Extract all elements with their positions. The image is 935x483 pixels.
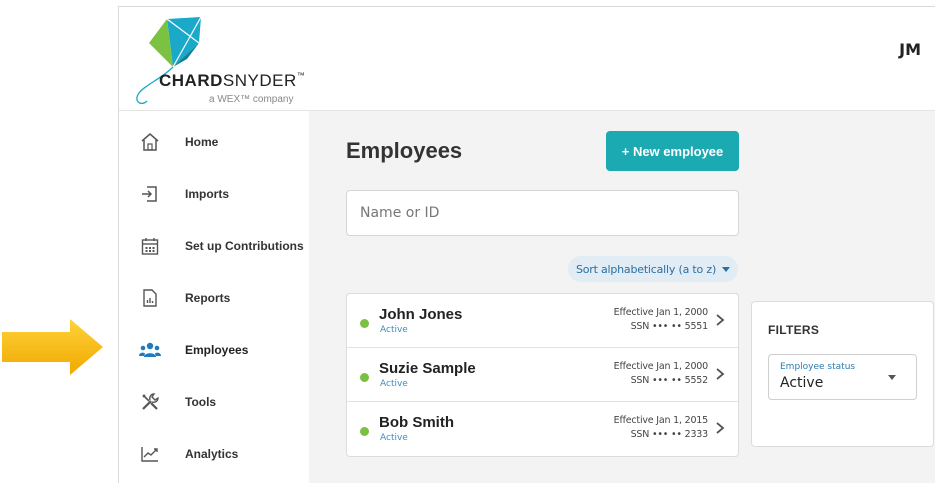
status-dot (360, 373, 369, 382)
sidebar-item-analytics[interactable]: Analytics (119, 428, 309, 480)
user-initials-avatar[interactable]: JM (899, 40, 921, 59)
brand-rest: SNYDER (222, 71, 297, 90)
analytics-icon (139, 443, 161, 465)
sidebar-item-label: Tools (185, 395, 217, 409)
brand-tagline: a WEX™ company (209, 94, 294, 105)
employee-status: Active (380, 379, 408, 389)
effective-date: Effective Jan 1, 2015 (613, 415, 709, 426)
employee-name: John Jones (379, 306, 463, 323)
employee-row[interactable]: John Jones Active Effective Jan 1, 2000 … (347, 294, 738, 348)
ssn-masked: SSN ••• •• 5552 (630, 375, 709, 386)
ssn-masked: SSN ••• •• 5551 (630, 321, 709, 332)
status-dot (360, 427, 369, 436)
sidebar-item-home[interactable]: Home (119, 116, 309, 168)
sidebar-item-imports[interactable]: Imports (119, 168, 309, 220)
company-logo[interactable]: CHARDSNYDER™ a WEX™ company (125, 15, 315, 105)
sidebar: Home Imports Set up Contributions Report… (119, 111, 309, 483)
chevron-down-icon (722, 266, 731, 272)
effective-date: Effective Jan 1, 2000 (613, 307, 709, 318)
sidebar-item-label: Home (185, 135, 219, 149)
employee-status: Active (380, 433, 408, 443)
report-icon (139, 287, 161, 309)
app-header: CHARDSNYDER™ a WEX™ company JM (119, 7, 935, 111)
chevron-right-icon (716, 314, 725, 326)
main-content: Employees + New employee Sort alphabetic… (309, 111, 935, 483)
sidebar-item-label: Imports (185, 187, 230, 201)
filters-panel: FILTERS Employee status Active (751, 301, 934, 447)
employee-status: Active (380, 325, 408, 335)
new-employee-button[interactable]: + New employee (606, 131, 739, 171)
brand-bold: CHARD (159, 71, 223, 90)
effective-date: Effective Jan 1, 2000 (613, 361, 709, 372)
status-select-value: Active (780, 375, 824, 391)
brand-trademark: ™ (296, 71, 306, 80)
sidebar-item-tools[interactable]: Tools (119, 376, 309, 428)
sidebar-item-label: Analytics (185, 447, 239, 461)
page-title: Employees (346, 138, 463, 163)
people-icon (139, 339, 161, 361)
chevron-right-icon (716, 422, 725, 434)
calendar-icon (139, 235, 161, 257)
app-window: CHARDSNYDER™ a WEX™ company JM Home Impo… (118, 6, 935, 483)
ssn-masked: SSN ••• •• 2333 (630, 429, 709, 440)
sidebar-item-label: Set up Contributions (185, 239, 304, 253)
employee-name: Suzie Sample (379, 360, 476, 377)
brand-wordmark: CHARDSNYDER™ (159, 71, 305, 91)
chevron-right-icon (716, 368, 725, 380)
screenshot-stage: CHARDSNYDER™ a WEX™ company JM Home Impo… (0, 0, 935, 483)
home-icon (139, 131, 161, 153)
sidebar-item-contributions[interactable]: Set up Contributions (119, 220, 309, 272)
employee-status-select[interactable]: Employee status Active (768, 354, 917, 400)
chevron-down-icon (888, 375, 896, 380)
sort-dropdown[interactable]: Sort alphabetically (a to z) (568, 256, 738, 282)
import-icon (139, 183, 161, 205)
status-dot (360, 319, 369, 328)
employee-row[interactable]: Bob Smith Active Effective Jan 1, 2015 S… (347, 402, 738, 456)
callout-arrow-icon (2, 319, 103, 375)
employee-name: Bob Smith (379, 414, 454, 431)
search-input[interactable] (346, 190, 739, 236)
employee-list: John Jones Active Effective Jan 1, 2000 … (346, 293, 739, 457)
filters-title: FILTERS (768, 323, 820, 337)
sidebar-item-label: Reports (185, 291, 231, 305)
tools-icon (139, 391, 161, 413)
status-select-label: Employee status (780, 362, 856, 372)
employee-row[interactable]: Suzie Sample Active Effective Jan 1, 200… (347, 348, 738, 402)
sort-label: Sort alphabetically (a to z) (575, 262, 717, 276)
sidebar-item-label: Employees (185, 343, 249, 357)
sidebar-item-employees[interactable]: Employees (119, 324, 309, 376)
kite-logo-icon (136, 16, 202, 105)
sidebar-item-reports[interactable]: Reports (119, 272, 309, 324)
